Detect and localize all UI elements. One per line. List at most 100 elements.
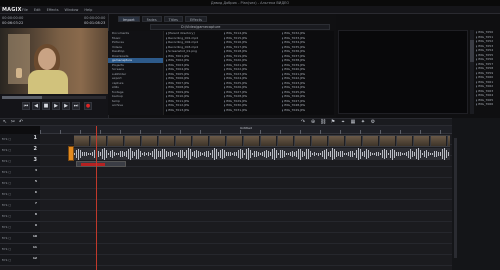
track-lane[interactable]: [40, 167, 452, 178]
track-header[interactable]: M S ▢ 10: [0, 233, 40, 244]
waveform-sample: [290, 152, 291, 156]
menu-item[interactable]: Window: [65, 6, 79, 14]
track-lane[interactable]: [40, 255, 452, 266]
track-lane[interactable]: [40, 189, 452, 200]
rewind-button[interactable]: ◀: [32, 102, 40, 110]
track-controls[interactable]: M S ▢: [2, 148, 11, 152]
waveform-sample: [98, 150, 99, 158]
zoom-icon[interactable]: ⊕: [310, 119, 316, 125]
track-controls[interactable]: M S ▢: [2, 203, 11, 207]
orange-clip[interactable]: [68, 146, 74, 161]
file-item[interactable]: IMG_7049.JPG: [282, 108, 334, 113]
waveform-sample: [144, 152, 145, 156]
browser-scrollbar[interactable]: [470, 30, 474, 114]
waveform-sample: [134, 152, 135, 156]
record-button[interactable]: ●: [84, 102, 92, 110]
track-number: 6: [34, 190, 37, 194]
previous-marker-button[interactable]: ⏮: [22, 102, 30, 110]
audio-waveform[interactable]: [74, 148, 450, 160]
timeline-vertical-scrollbar[interactable]: [454, 138, 457, 258]
track-header[interactable]: M S ▢ 3: [0, 156, 40, 167]
track-header[interactable]: M S ▢ 11: [0, 244, 40, 255]
track-header[interactable]: M S ▢ 4: [0, 167, 40, 178]
track-lane[interactable]: [40, 211, 452, 222]
track-lane[interactable]: [40, 233, 452, 244]
title-clip[interactable]: [76, 161, 126, 167]
effects-icon[interactable]: ✦: [360, 119, 366, 125]
path-input[interactable]: D:\Video\gamecapture: [150, 24, 330, 30]
marker-icon[interactable]: ⚑: [330, 119, 336, 125]
tab-fades[interactable]: Fades: [141, 16, 162, 22]
track-lane[interactable]: [40, 244, 452, 255]
timeline-ruler[interactable]: Untitled: [40, 126, 452, 134]
waveform-sample: [240, 148, 241, 160]
track-controls[interactable]: M S ▢: [2, 214, 11, 218]
menu-item[interactable]: Edit: [34, 6, 41, 14]
track-controls[interactable]: M S ▢: [2, 137, 11, 141]
track-controls[interactable]: M S ▢: [2, 236, 11, 240]
file-item[interactable]: IMG_7066: [476, 102, 500, 107]
track-header[interactable]: M S ▢ 2: [0, 145, 40, 156]
file-preview-area[interactable]: [338, 30, 468, 114]
track-controls[interactable]: M S ▢: [2, 192, 11, 196]
track-controls[interactable]: M S ▢: [2, 258, 11, 262]
settings-icon[interactable]: ⚙: [370, 119, 376, 125]
waveform-sample: [336, 151, 337, 157]
track-controls[interactable]: M S ▢: [2, 170, 11, 174]
track-controls[interactable]: M S ▢: [2, 247, 11, 251]
title-clip-red-bar: [81, 163, 105, 166]
menu-item[interactable]: Help: [84, 6, 92, 14]
file-item[interactable]: IMG_7013.JPG: [166, 108, 222, 113]
tab-import[interactable]: Import: [118, 16, 140, 22]
track-header[interactable]: M S ▢ 1: [0, 134, 40, 145]
track-header[interactable]: M S ▢ 5: [0, 178, 40, 189]
menu-item[interactable]: Effects: [47, 6, 59, 14]
tab-titles[interactable]: Titles: [163, 16, 183, 22]
waveform-sample: [206, 151, 207, 157]
waveform-sample: [126, 151, 127, 157]
fast-forward-button[interactable]: ▶: [62, 102, 70, 110]
undo-icon[interactable]: ↶: [18, 119, 24, 125]
waveform-sample: [230, 152, 231, 156]
folder-tree[interactable]: Documents Music Pictures Videos Desktop Downl…: [108, 31, 164, 115]
track-lane[interactable]: [40, 200, 452, 211]
preview-scrubber[interactable]: [2, 96, 106, 99]
tree-item[interactable]: archive: [108, 103, 163, 108]
track-header[interactable]: M S ▢ 6: [0, 189, 40, 200]
file-item[interactable]: IMG_7031.JPG: [224, 108, 280, 113]
track-controls[interactable]: M S ▢: [2, 159, 11, 163]
track-controls[interactable]: M S ▢: [2, 225, 11, 229]
waveform-sample: [304, 151, 305, 157]
scroll-thumb[interactable]: [470, 40, 474, 62]
next-marker-button[interactable]: ⏭: [72, 102, 80, 110]
track-lane[interactable]: [40, 178, 452, 189]
play-icon: ▶: [54, 103, 58, 109]
snap-icon[interactable]: ⌖: [340, 119, 346, 125]
waveform-sample: [390, 149, 391, 159]
stop-button[interactable]: ■: [42, 102, 50, 110]
waveform-sample: [372, 152, 373, 156]
tab-effects[interactable]: Effects: [185, 16, 207, 22]
video-preview[interactable]: [0, 28, 108, 94]
waveform-sample: [268, 151, 269, 157]
file-list[interactable]: [Parent directory]Recording_001.mp4Recor…: [164, 31, 334, 115]
split-icon[interactable]: ✂: [10, 119, 16, 125]
link-icon[interactable]: ⛓: [320, 119, 326, 125]
mouse-mode-icon[interactable]: ↖: [2, 119, 8, 125]
file-list-secondary[interactable]: IMG_7050IMG_7051IMG_7052IMG_7053IMG_7054…: [476, 30, 500, 114]
waveform-sample: [158, 151, 159, 157]
track-header[interactable]: M S ▢ 12: [0, 255, 40, 266]
file-column: IMG_7032.JPGIMG_7033.JPGIMG_7034.JPGIMG_…: [282, 31, 334, 112]
playhead[interactable]: [96, 126, 97, 270]
track-header[interactable]: M S ▢ 9: [0, 222, 40, 233]
menu-item[interactable]: File: [22, 6, 28, 14]
redo-icon[interactable]: ↷: [300, 119, 306, 125]
track-header[interactable]: M S ▢ 7: [0, 200, 40, 211]
track-controls[interactable]: M S ▢: [2, 181, 11, 185]
track-lane[interactable]: [40, 222, 452, 233]
grid-icon[interactable]: ▦: [350, 119, 356, 125]
track-header[interactable]: M S ▢ 8: [0, 211, 40, 222]
play-button[interactable]: ▶: [52, 102, 60, 110]
clip-frame: [312, 136, 328, 146]
video-clip[interactable]: [74, 135, 450, 147]
